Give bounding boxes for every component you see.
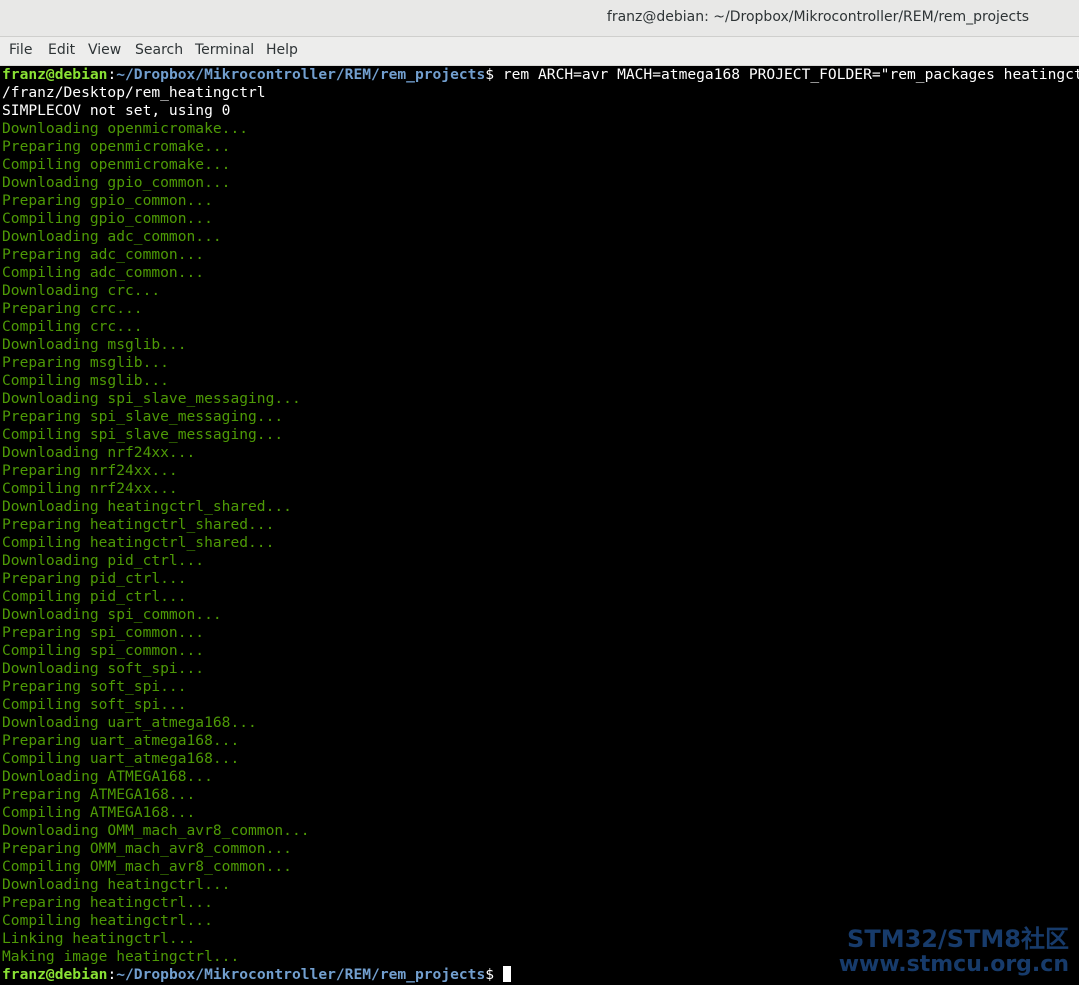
text-cursor — [503, 966, 512, 982]
output-line: Compiling ATMEGA168... — [2, 804, 196, 821]
menu-bar: File Edit View Search Terminal Help — [0, 37, 1079, 66]
output-line: Preparing openmicromake... — [2, 138, 231, 155]
output-line: Compiling heatingctrl_shared... — [2, 534, 275, 551]
output-line: Compiling crc... — [2, 318, 143, 335]
menu-edit[interactable]: Edit — [48, 42, 75, 58]
output-line: SIMPLECOV not set, using 0 — [2, 102, 231, 119]
watermark-url: www.stmcu.org.cn — [838, 952, 1069, 977]
output-line: Compiling soft_spi... — [2, 696, 187, 713]
output-line: Downloading gpio_common... — [2, 174, 231, 191]
prompt-symbol: $ — [485, 966, 495, 983]
output-line: Compiling nrf24xx... — [2, 480, 178, 497]
output-line: Downloading pid_ctrl... — [2, 552, 205, 569]
output-line: Compiling openmicromake... — [2, 156, 231, 173]
output-line: Compiling pid_ctrl... — [2, 588, 187, 605]
output-line: Preparing nrf24xx... — [2, 462, 178, 479]
output-line: Downloading uart_atmega168... — [2, 714, 257, 731]
output-line: Making image heatingctrl... — [2, 948, 240, 965]
output-line: Downloading heatingctrl... — [2, 876, 231, 893]
output-line: Preparing ATMEGA168... — [2, 786, 196, 803]
menu-terminal[interactable]: Terminal — [195, 42, 254, 58]
window-title: franz@debian: ~/Dropbox/Mikrocontroller/… — [606, 9, 1029, 25]
output-line: Compiling heatingctrl... — [2, 912, 213, 929]
output-line: Preparing crc... — [2, 300, 143, 317]
watermark: STM32/STM8社区 www.stmcu.org.cn — [839, 925, 1069, 977]
output-line: Linking heatingctrl... — [2, 930, 196, 947]
menu-file[interactable]: File — [9, 42, 32, 58]
output-line: Preparing uart_atmega168... — [2, 732, 240, 749]
prompt-colon: : — [107, 66, 117, 83]
output-line: Downloading adc_common... — [2, 228, 222, 245]
output-line: Preparing heatingctrl... — [2, 894, 213, 911]
output-line: Downloading msglib... — [2, 336, 187, 353]
output-line: Compiling gpio_common... — [2, 210, 213, 227]
watermark-title: STM32/STM8社区 — [847, 925, 1069, 953]
output-line: Compiling spi_slave_messaging... — [2, 426, 284, 443]
output-line: Compiling uart_atmega168... — [2, 750, 240, 767]
output-line: Compiling spi_common... — [2, 642, 205, 659]
output-line: Compiling msglib... — [2, 372, 169, 389]
output-line: Downloading OMM_mach_avr8_common... — [2, 822, 310, 839]
prompt-path: ~/Dropbox/Mikrocontroller/REM/rem_projec… — [116, 66, 486, 83]
output-line: Downloading openmicromake... — [2, 120, 249, 137]
output-line: Preparing OMM_mach_avr8_common... — [2, 840, 292, 857]
prompt-symbol: $ — [485, 66, 495, 83]
output-line: Downloading spi_slave_messaging... — [2, 390, 301, 407]
menu-help[interactable]: Help — [266, 42, 298, 58]
prompt-user: franz@debian — [2, 66, 108, 83]
output-line: Downloading nrf24xx... — [2, 444, 196, 461]
command-text: rem ARCH=avr MACH=atmega168 PROJECT_FOLD… — [502, 66, 1079, 83]
command-line: franz@debian:~/Dropbox/Mikrocontroller/R… — [2, 66, 1079, 84]
window-titlebar[interactable]: franz@debian: ~/Dropbox/Mikrocontroller/… — [0, 0, 1079, 37]
output-line: Downloading heatingctrl_shared... — [2, 498, 292, 515]
menu-search[interactable]: Search — [135, 42, 183, 58]
prompt-path: ~/Dropbox/Mikrocontroller/REM/rem_projec… — [116, 966, 486, 983]
output-line: Downloading soft_spi... — [2, 660, 205, 677]
output-line: Downloading spi_common... — [2, 606, 222, 623]
prompt-colon: : — [107, 966, 117, 983]
output-line: Preparing adc_common... — [2, 246, 205, 263]
output-line: Preparing spi_common... — [2, 624, 205, 641]
output-line: Compiling OMM_mach_avr8_common... — [2, 858, 292, 875]
output-line: /franz/Desktop/rem_heatingctrl — [2, 84, 266, 101]
output-line: Preparing heatingctrl_shared... — [2, 516, 275, 533]
menu-view[interactable]: View — [88, 42, 121, 58]
output-line: Preparing gpio_common... — [2, 192, 213, 209]
terminal-area[interactable]: franz@debian:~/Dropbox/Mikrocontroller/R… — [0, 66, 1079, 985]
output-line: Preparing soft_spi... — [2, 678, 187, 695]
output-line: Compiling adc_common... — [2, 264, 205, 281]
prompt-user: franz@debian — [2, 966, 108, 983]
output-line: Preparing msglib... — [2, 354, 169, 371]
output-line: Downloading crc... — [2, 282, 161, 299]
output-line: Preparing pid_ctrl... — [2, 570, 187, 587]
output-line: Preparing spi_slave_messaging... — [2, 408, 284, 425]
current-prompt-line[interactable]: franz@debian:~/Dropbox/Mikrocontroller/R… — [2, 966, 512, 984]
output-line: Downloading ATMEGA168... — [2, 768, 213, 785]
